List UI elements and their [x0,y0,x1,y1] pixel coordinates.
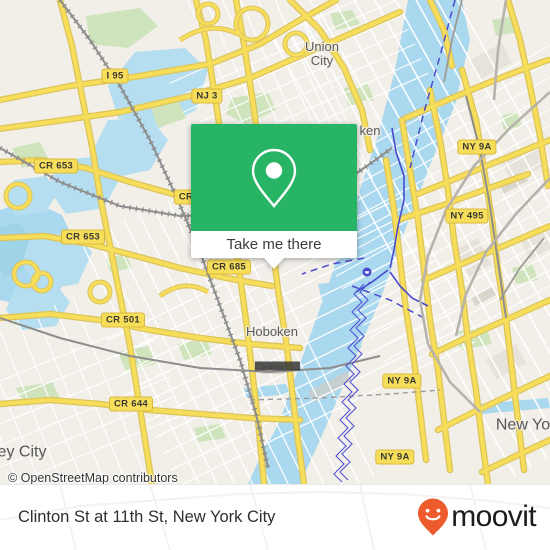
road-shield: NY 9A [457,139,497,155]
moovit-map-screenshot: I 95 NJ 3 CR 653 CR CR 653 CR 685 CR 501 CR 644… [0,0,550,550]
road-shield: CR 653 [33,158,79,174]
place-label: New Yo [495,416,550,434]
place-label: ey City [0,443,47,461]
moovit-logo[interactable]: moovit [416,497,537,537]
road-shield: NY 495 [445,208,489,224]
popup-header [191,124,357,231]
road-shield: CR 644 [108,396,154,412]
place-label: Hoboken [245,324,299,339]
take-me-there-label: Take me there [226,236,322,253]
take-me-there-button[interactable]: Take me there [191,231,357,269]
popup-tail-pointer [264,258,284,269]
moovit-smile-pin-icon [418,498,449,536]
map-pin-icon [251,148,297,208]
road-shield: CR 653 [60,229,106,245]
osm-attribution[interactable]: © OpenStreetMap contributors [8,471,178,485]
road-shield: CR 685 [206,259,252,275]
road-shield: CR 501 [100,312,146,328]
road-shield: I 95 [101,68,129,84]
location-title: Clinton St at 11th St, New York City [18,507,276,526]
location-popup-card[interactable]: Take me there [191,124,357,269]
moovit-wordmark: moovit [451,500,536,533]
road-shield: NY 9A [375,449,415,465]
footer-bar: Clinton St at 11th St, New York City moo… [0,484,550,550]
road-shield: NY 9A [382,373,422,389]
road-shield: NJ 3 [191,88,223,104]
place-label: Union City [305,39,339,68]
place-label: ken [359,123,381,138]
